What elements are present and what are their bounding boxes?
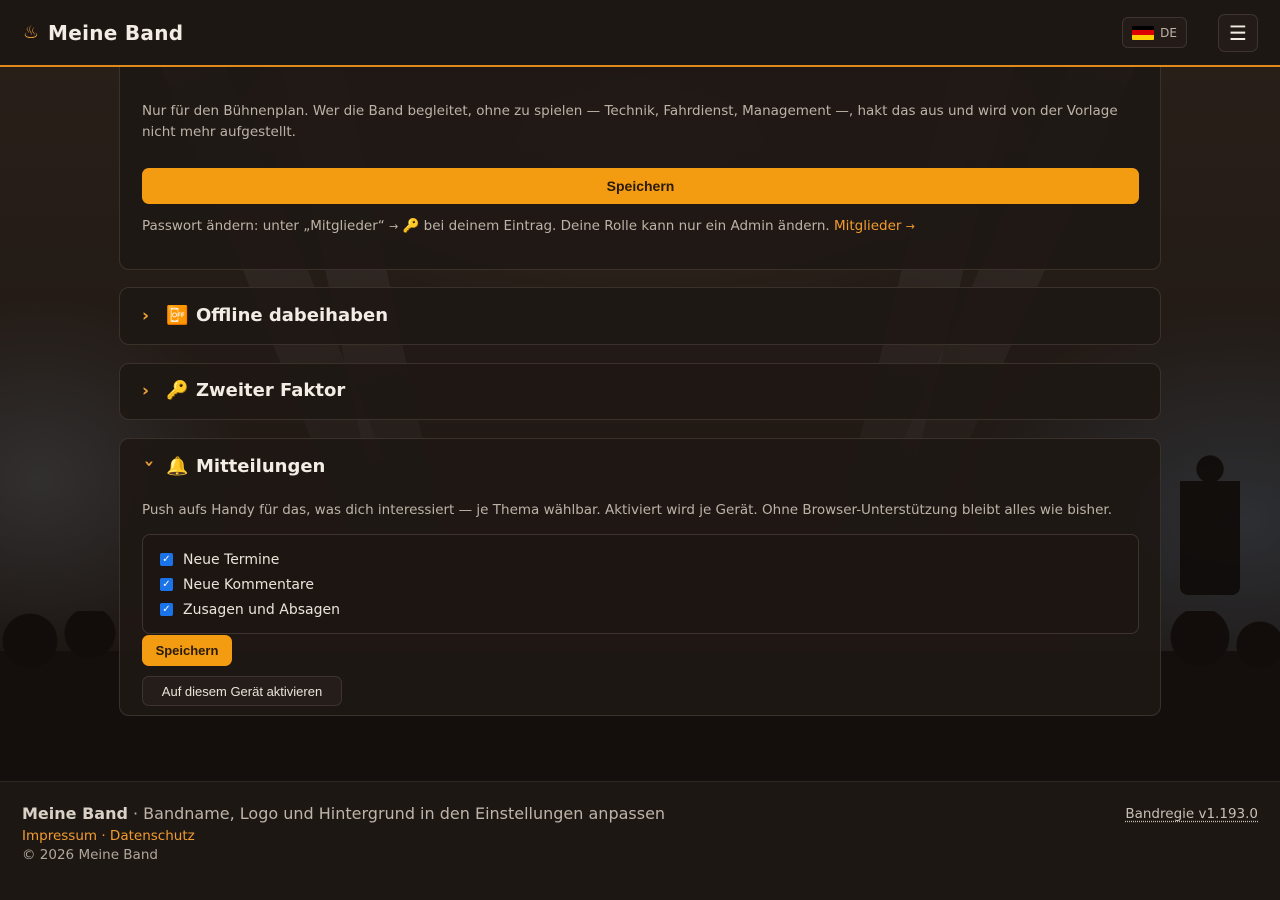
checkbox[interactable]: ✓ bbox=[160, 578, 173, 591]
brand-link[interactable]: ♨ Meine Band bbox=[22, 21, 183, 45]
hot-springs-icon: ♨ bbox=[22, 22, 40, 43]
option-new-comments[interactable]: ✓ Neue Kommentare bbox=[160, 572, 1121, 597]
section-title: Mitteilungen bbox=[196, 456, 326, 477]
section-notifications: › 🔔 Mitteilungen Push aufs Handy für das… bbox=[119, 438, 1161, 716]
section-title: Offline dabeihaben bbox=[196, 305, 389, 326]
arrow-right-icon: → bbox=[389, 220, 399, 233]
copyright: © 2026 Meine Band bbox=[22, 847, 158, 863]
imprint-link[interactable]: Impressum bbox=[22, 828, 97, 844]
bell-icon: 🔔 bbox=[166, 456, 189, 477]
section-two-factor[interactable]: › 🔑 Zweiter Faktor bbox=[119, 363, 1161, 420]
chevron-right-icon: › bbox=[142, 305, 150, 326]
chevron-down-icon: › bbox=[139, 459, 159, 467]
chevron-right-icon: › bbox=[142, 380, 150, 401]
musician-silhouette bbox=[1180, 455, 1240, 595]
menu-button[interactable]: ☰ bbox=[1218, 13, 1258, 52]
save-notifications-button[interactable]: Speichern bbox=[142, 635, 232, 666]
hamburger-icon: ☰ bbox=[1229, 20, 1247, 45]
top-bar: ♨ Meine Band DE ☰ bbox=[0, 0, 1280, 67]
arrow-right-icon: → bbox=[905, 220, 915, 233]
footer-links: Impressum · Datenschutz bbox=[22, 828, 195, 844]
members-link[interactable]: Mitglieder → bbox=[834, 218, 915, 234]
language-switcher[interactable]: DE bbox=[1122, 17, 1187, 48]
footer-tagline: Meine Band · Bandname, Logo und Hintergr… bbox=[22, 804, 666, 823]
german-flag-icon bbox=[1132, 25, 1155, 40]
checkbox[interactable]: ✓ bbox=[160, 553, 173, 566]
activate-device-button[interactable]: Auf diesem Gerät aktivieren bbox=[142, 676, 342, 706]
checkbox[interactable]: ✓ bbox=[160, 603, 173, 616]
language-code: DE bbox=[1160, 25, 1177, 40]
section-offline[interactable]: › 📴 Offline dabeihaben bbox=[119, 287, 1161, 345]
brand-name: Meine Band bbox=[48, 20, 184, 45]
version-link[interactable]: Bandregie v1.193.0 bbox=[1125, 806, 1258, 822]
password-hint: Passwort ändern: unter „Mitglieder“ → 🔑 … bbox=[142, 218, 915, 234]
notifications-header[interactable]: › 🔔 Mitteilungen bbox=[139, 456, 326, 477]
footer: Meine Band · Bandname, Logo und Hintergr… bbox=[0, 781, 1280, 900]
notification-options: ✓ Neue Termine ✓ Neue Kommentare ✓ Zusag… bbox=[142, 534, 1139, 634]
privacy-link[interactable]: Datenschutz bbox=[110, 828, 195, 844]
key-icon: 🔑 bbox=[402, 218, 420, 234]
option-rsvps[interactable]: ✓ Zusagen und Absagen bbox=[160, 597, 1121, 622]
key-icon: 🔑 bbox=[166, 380, 189, 401]
stage-plan-hint: Nur für den Bühnenplan. Wer die Band beg… bbox=[142, 103, 1118, 140]
phone-off-icon: 📴 bbox=[166, 305, 189, 326]
option-new-events[interactable]: ✓ Neue Termine bbox=[160, 547, 1121, 572]
save-button[interactable]: Speichern bbox=[142, 168, 1139, 204]
stage-plan-card: Nur für den Bühnenplan. Wer die Band beg… bbox=[119, 40, 1161, 270]
notifications-description: Push aufs Handy für das, was dich intere… bbox=[142, 502, 1113, 518]
section-title: Zweiter Faktor bbox=[196, 380, 346, 401]
